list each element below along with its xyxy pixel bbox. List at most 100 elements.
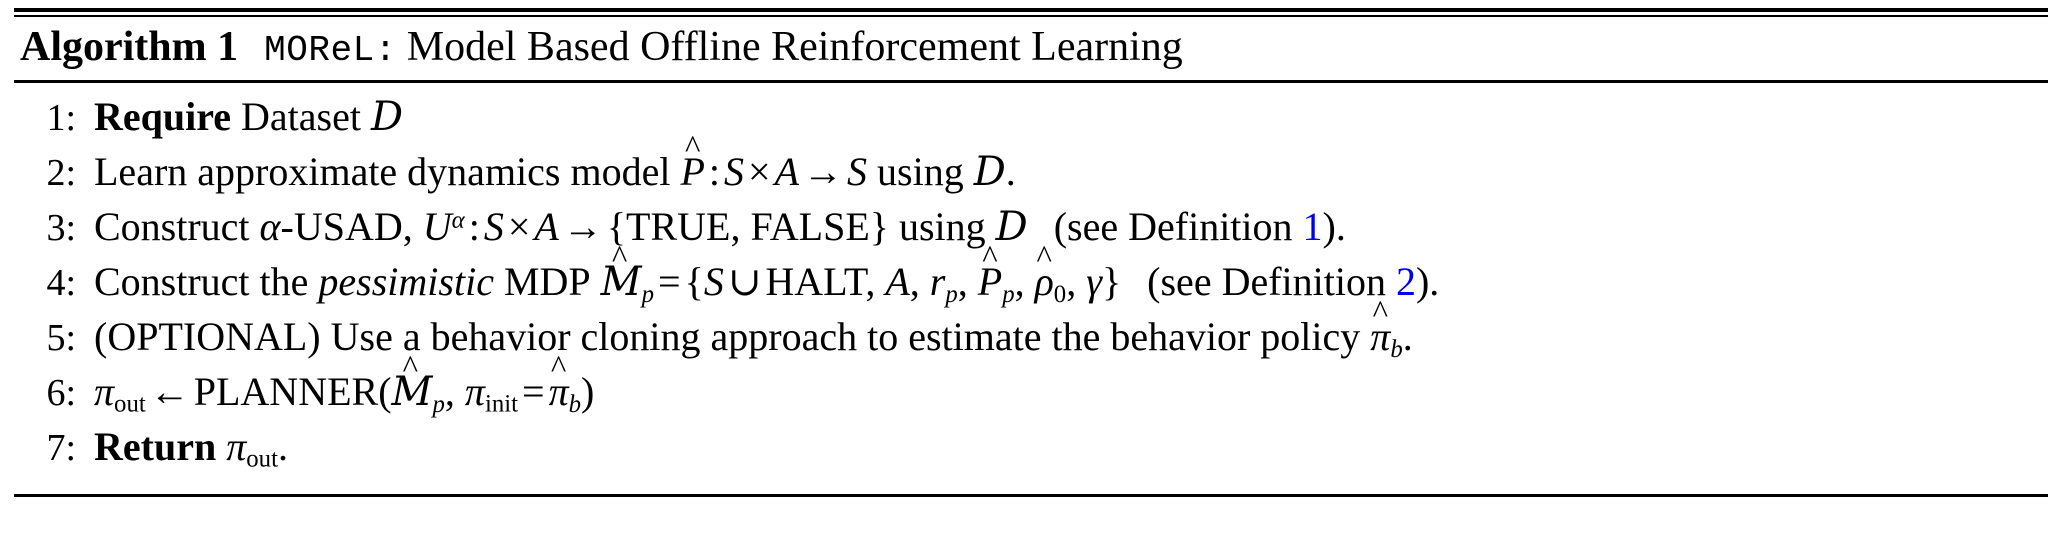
comma-4-3: , [957,259,968,304]
cup-4: ∪ [727,259,762,304]
comma-4-5: , [1066,259,1077,304]
domain-s-2: S [724,149,745,194]
colon-3: : [468,204,480,249]
reward-subscript: p [945,280,958,308]
period-5: . [1402,314,1413,359]
algorithm-line-3: 3: Construct α-USAD, Uα: S × A → {TRUE, FALSE} us… [14,207,2048,262]
rho-subscript: 0 [1053,280,1067,308]
times-3: × [507,204,531,249]
hat-accent-mdp: ^ [611,239,628,276]
algorithm-caption: Algorithm 1 MOReL: Model Based Offline Rei… [14,17,2048,80]
algorithm-line-2: 2: Learn approximate dynamics model ^ P: S ×… [14,131,2048,207]
symbol-alpha-3: α [259,204,281,249]
pi-b-subscript: b [568,390,582,418]
definition-ref-1[interactable]: 1 [1303,204,1323,249]
symbol-u: U [422,204,452,249]
symbol-dataset-2: D [973,149,1006,195]
domain-s-3: S [483,204,504,249]
gamma-4: γ [1086,259,1102,304]
pi-out-subscript-7: out [246,445,278,473]
pi-out-subscript: out [114,390,146,418]
rule-bottom [14,494,2048,497]
hat-accent: ^ [684,129,701,166]
line2-text-after: using [877,149,964,194]
domain-a-2: A [774,149,800,194]
action-a-4: A [885,259,910,304]
pi-init-subscript: init [484,390,519,418]
comma-6: , [444,369,455,414]
rule-top-outer [14,8,2048,12]
arrow-2: → [803,149,844,194]
colon-2: : [708,149,721,194]
note-close-3: ). [1322,204,1346,249]
usad-label: -USAD, [280,204,413,249]
period-7: . [277,424,288,469]
halt-label: HALT [765,259,866,304]
hat-accent-rho: ^ [1036,239,1052,276]
set-open-4: { [684,259,704,304]
label-false: FALSE [750,204,870,249]
note-close-4: ). [1415,259,1440,304]
line-number-5: 5: [46,317,76,359]
line1-text: Dataset [241,94,361,139]
line-number-3: 3: [46,207,76,249]
definition-ref-2[interactable]: 2 [1396,259,1416,304]
keyword-require: Require [94,94,232,139]
line-content-6: πout ← PLANNER(^ Mp, πinit = ^ πb) [94,351,2048,418]
comma-4-4: , [1014,259,1025,304]
domain-a-3: A [534,204,559,249]
line5-text: (OPTIONAL) Use a behavior cloning approa… [94,314,1361,359]
algorithm-line-5: 5: (OPTIONAL) Use a behavior cloning app… [14,296,2048,372]
algorithm-label: Algorithm 1 [20,24,239,70]
symbol-mdp-hat: ^ M [601,241,642,302]
label-true: TRUE [626,204,731,249]
comma-4-2: , [909,259,920,304]
line-content-3: Construct α-USAD, Uα: S × A → {TRUE, FALSE} using… [94,204,2048,250]
symbol-u-superscript: α [451,207,465,235]
symbol-p-hat: ^ P [680,131,704,192]
paren-close-6: ) [581,369,595,414]
symbol-pi-init: π [464,369,485,414]
line-number-7: 7: [46,427,76,469]
hat-accent-mdp6: ^ [402,349,419,386]
equals-6: = [522,369,545,414]
algorithm-steps: 1: Require Dataset D 2: Learn approximate … [14,83,2048,494]
times-2: × [748,149,771,194]
symbol-pi-hat-6: ^ π [549,351,569,412]
set-close-3: } [869,204,889,249]
line-content-2: Learn approximate dynamics model ^ P: S × A → S… [94,131,2048,195]
hat-accent-p4: ^ [982,239,998,276]
line4-text-before: Construct the [94,259,309,304]
symbol-rho-hat: ^ ρ [1035,241,1054,302]
codomain-s-2: S [847,149,868,194]
algorithm-line-1: 1: Require Dataset D [14,97,2048,152]
set-close-4: } [1101,259,1122,304]
line-number-4: 4: [46,262,76,304]
emph-pessimistic: pessimistic [318,259,494,304]
reward-r-4: r [929,259,946,304]
line-content-4: Construct the pessimistic MDP ^ Mp = {S ∪ HALT, A… [94,241,2048,308]
keyword-return: Return [94,424,217,469]
note-open-3: (see Definition [1053,204,1293,249]
assign-arrow-6: ← [149,369,190,414]
algorithm-line-4: 4: Construct the pessimistic MDP ^ Mp = {S ∪ HAL… [14,241,2048,317]
symbol-dataset: D [370,94,404,140]
comma-4-1: , [865,259,876,304]
comma-3: , [730,204,741,249]
mdp-subscript-6: p [432,390,445,418]
symbol-pi-out: π [94,369,115,414]
period-2: . [1005,149,1016,194]
algorithm-title: Model Based Offline Reinforcement Learni… [406,24,1183,70]
symbol-dataset-3: D [995,204,1028,250]
algorithm-line-6: 6: πout ← PLANNER(^ Mp, πinit = ^ πb) [14,351,2048,427]
symbol-pi-out-7: π [226,424,247,469]
algorithm-name: MOReL: [264,30,397,71]
algorithm-float: Algorithm 1 MOReL: Model Based Offline Rei… [14,8,2048,497]
line-content-1: Require Dataset D [94,94,2048,140]
line-number-1: 1: [46,97,76,139]
mdp-subscript: p [641,280,655,308]
algorithm-line-7: 7: Return πout. [14,427,2048,482]
hat-accent-pi6: ^ [550,349,567,386]
symbol-p-hat-4: ^ P [978,241,1002,302]
symbol-mdp-hat-6: ^ M [392,351,433,412]
